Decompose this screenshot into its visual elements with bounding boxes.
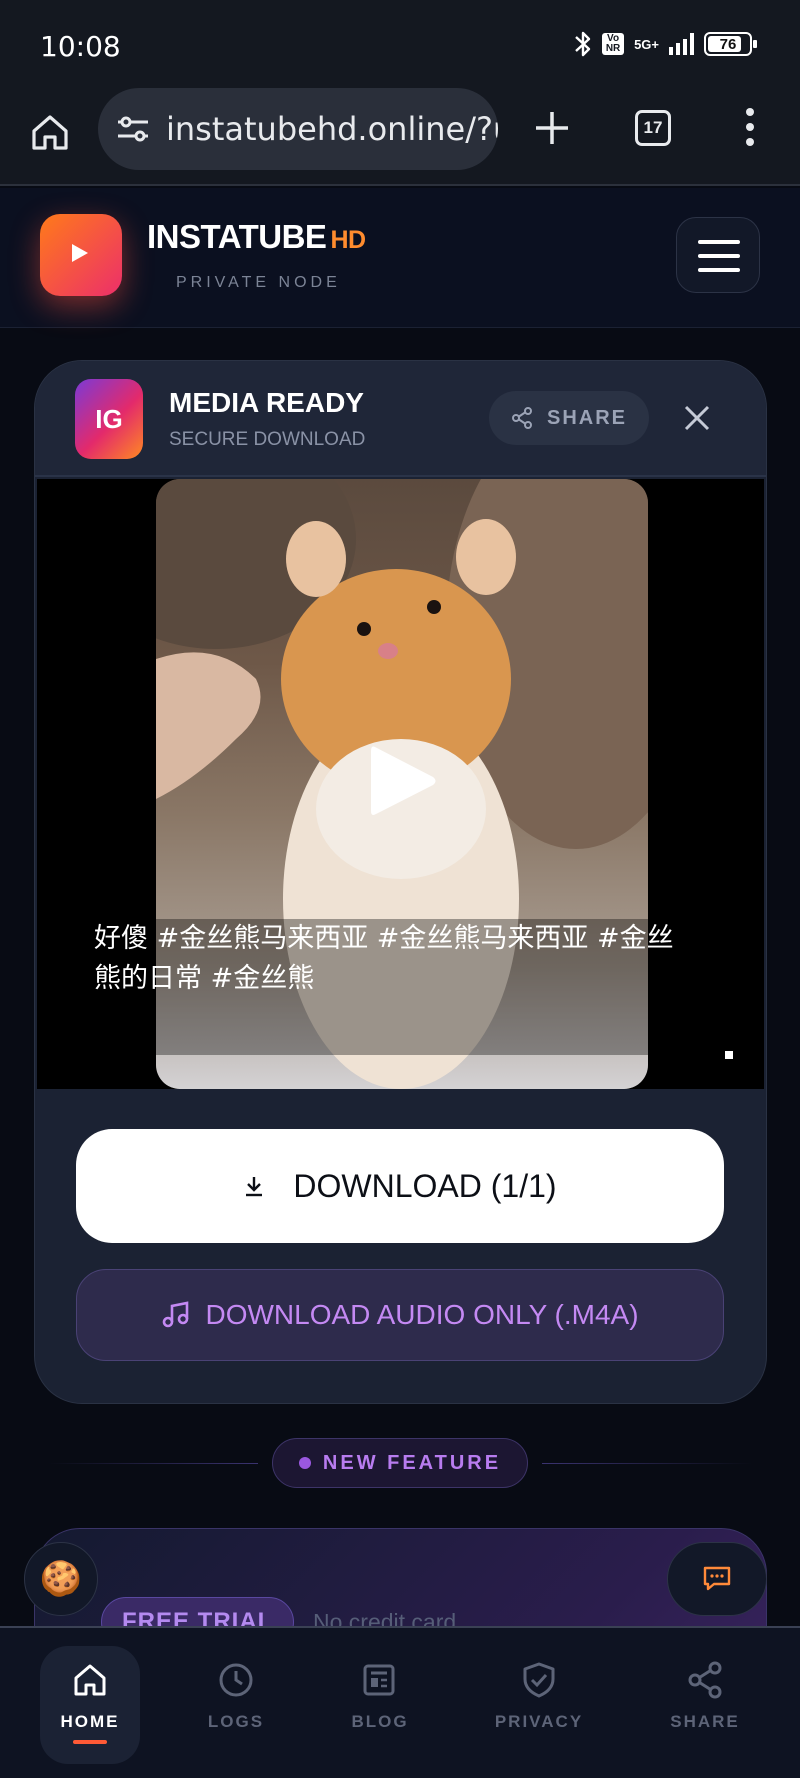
nav-home[interactable]: HOME (40, 1646, 140, 1764)
clock-icon (219, 1663, 253, 1697)
brand-name: INSTATUBE HD (147, 218, 366, 255)
nav-home-label: HOME (60, 1712, 120, 1731)
home-nav-icon (74, 1664, 106, 1696)
divider-line-left (48, 1463, 258, 1464)
chat-button[interactable] (667, 1542, 767, 1616)
menu-button[interactable] (676, 217, 760, 293)
new-feature-badge: NEW FEATURE (272, 1438, 528, 1488)
status-bar: 10:08 Vo NR 5G+ 76 (0, 0, 800, 88)
chat-icon (703, 1566, 731, 1591)
site-logo[interactable] (40, 214, 122, 296)
share-icon (511, 407, 532, 429)
signal-icon (669, 33, 694, 55)
divider-line-right (542, 1463, 752, 1464)
brand-suffix: HD (330, 226, 366, 254)
download-button[interactable]: DOWNLOAD (1/1) (76, 1129, 724, 1243)
video-player[interactable]: 好傻 #金丝熊马来西亚 #金丝熊马来西亚 #金丝熊的日常 #金丝熊 (37, 479, 764, 1089)
cookie-settings-button[interactable]: 🍪 (24, 1542, 98, 1616)
nav-privacy-label: PRIVACY (494, 1712, 584, 1731)
nav-logs[interactable]: LOGS (176, 1646, 296, 1764)
browser-toolbar: instatubehd.online/?u 17 (0, 88, 800, 186)
download-label: DOWNLOAD (1/1) (293, 1167, 557, 1204)
shield-check-icon (523, 1662, 555, 1698)
status-time: 10:08 (40, 30, 121, 63)
media-subtitle: SECURE DOWNLOAD (169, 429, 366, 450)
volte-icon: Vo NR (602, 33, 625, 55)
media-card: IG MEDIA READY SECURE DOWNLOAD SHARE 好傻 … (34, 360, 767, 1404)
play-logo-icon (72, 244, 88, 262)
site-settings-icon[interactable] (116, 114, 150, 144)
bottom-nav: HOME LOGS BLOG PRIVACY SHARE (0, 1626, 800, 1778)
newspaper-icon (363, 1664, 395, 1696)
fullscreen-dot[interactable] (725, 1051, 733, 1059)
share-label: SHARE (546, 406, 627, 429)
nav-share[interactable]: SHARE (645, 1646, 765, 1764)
nav-blog-label: BLOG (351, 1712, 409, 1731)
share-button[interactable]: SHARE (489, 391, 649, 445)
cookie-icon: 🍪 (39, 1560, 83, 1598)
video-caption: 好傻 #金丝熊马来西亚 #金丝熊马来西亚 #金丝熊的日常 #金丝熊 (94, 923, 674, 994)
nav-logs-label: LOGS (207, 1712, 265, 1731)
media-title: MEDIA READY (169, 387, 364, 418)
url-text: instatubehd.online/?u (166, 110, 498, 148)
brand-tagline: PRIVATE NODE (176, 274, 341, 291)
instagram-badge: IG (75, 379, 143, 459)
music-note-icon (163, 1301, 189, 1328)
active-indicator (73, 1740, 107, 1744)
new-tab-icon[interactable] (528, 104, 576, 152)
network-type: 5G+ (634, 36, 659, 52)
nav-privacy[interactable]: PRIVACY (479, 1646, 599, 1764)
download-icon (246, 1177, 263, 1197)
feature-divider: NEW FEATURE (0, 1438, 800, 1488)
site-header: INSTATUBE HD (0, 188, 800, 328)
more-menu-icon[interactable] (744, 108, 756, 148)
share-nav-icon (688, 1661, 722, 1699)
battery-level: 76 (719, 35, 737, 53)
media-card-header: IG MEDIA READY SECURE DOWNLOAD SHARE (35, 361, 766, 477)
status-icons: Vo NR 5G+ 76 (574, 30, 757, 58)
bluetooth-icon (575, 31, 591, 57)
feature-dot (298, 1457, 311, 1469)
download-audio-button[interactable]: DOWNLOAD AUDIO ONLY (.M4A) (76, 1269, 724, 1361)
nav-blog[interactable]: BLOG (320, 1646, 440, 1764)
audio-label: DOWNLOAD AUDIO ONLY (.M4A) (205, 1299, 639, 1330)
play-icon[interactable] (367, 741, 439, 821)
address-bar[interactable]: instatubehd.online/?u (98, 88, 498, 170)
battery-icon: 76 (704, 32, 757, 56)
home-icon[interactable] (28, 110, 72, 154)
close-icon[interactable] (680, 401, 714, 435)
nav-share-label: SHARE (670, 1712, 740, 1731)
feature-label: NEW FEATURE (322, 1451, 502, 1474)
tab-switcher-button[interactable]: 17 (635, 110, 671, 146)
